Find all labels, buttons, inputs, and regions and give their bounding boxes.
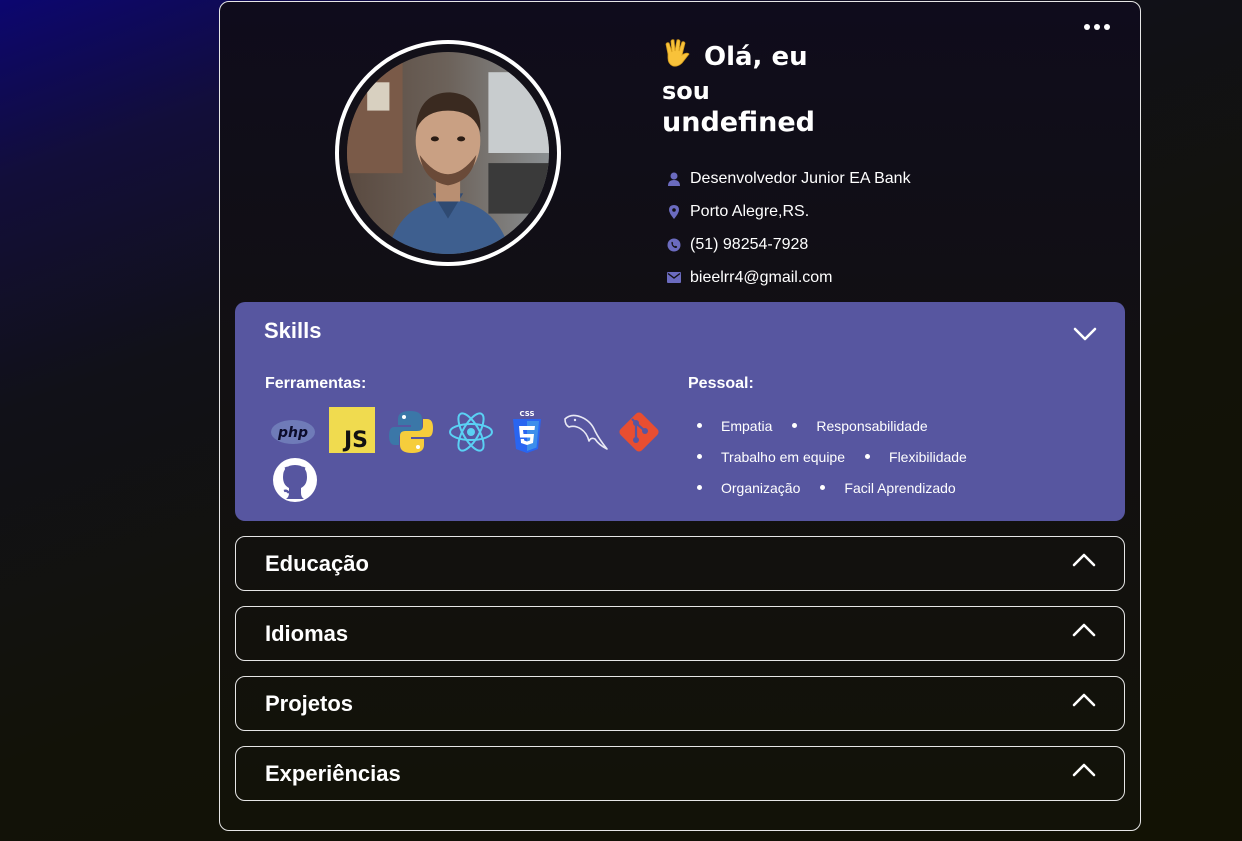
job-title-row: Desenvolvedor Junior EA Bank xyxy=(666,162,911,195)
svg-text:CSS: CSS xyxy=(519,410,534,418)
languages-title[interactable]: Idiomas xyxy=(265,621,348,647)
envelope-icon xyxy=(666,270,682,286)
php-icon: php xyxy=(269,408,317,456)
avatar xyxy=(335,40,561,266)
personal-traits-list: Empatia Responsabilidade Trabalho em equ… xyxy=(697,410,987,503)
tools-label: Ferramentas: xyxy=(265,375,367,392)
chevron-up-icon[interactable] xyxy=(1072,552,1096,568)
profile-photo xyxy=(347,52,549,254)
chevron-up-icon[interactable] xyxy=(1072,692,1096,708)
whatsapp-icon xyxy=(666,237,682,253)
trait-row: Organização Facil Aprendizado xyxy=(697,472,987,503)
experience-section[interactable]: Experiências xyxy=(235,746,1125,801)
list-item: Empatia xyxy=(697,418,772,434)
more-options-icon[interactable] xyxy=(1084,24,1110,30)
education-title[interactable]: Educação xyxy=(265,551,369,577)
list-item: Organização xyxy=(697,480,800,496)
python-icon xyxy=(387,408,435,456)
education-section[interactable]: Educação xyxy=(235,536,1125,591)
projects-section[interactable]: Projetos xyxy=(235,676,1125,731)
greeting: Olá, eu sou undefined xyxy=(662,38,862,140)
chevron-up-icon[interactable] xyxy=(1072,622,1096,638)
list-item: Facil Aprendizado xyxy=(820,480,956,496)
email-row: bieelrr4@gmail.com xyxy=(666,261,911,294)
list-item: Flexibilidade xyxy=(865,449,967,465)
user-icon xyxy=(666,171,682,187)
github-icon xyxy=(271,456,319,504)
css3-icon: CSS xyxy=(503,408,551,456)
phone-number[interactable]: (51) 98254-7928 xyxy=(690,236,808,254)
personal-label: Pessoal: xyxy=(688,375,754,392)
greeting-line-1: Olá, eu xyxy=(662,38,862,76)
email-address[interactable]: bieelrr4@gmail.com xyxy=(690,269,833,287)
javascript-icon: JS xyxy=(328,406,376,454)
skills-section: Skills Ferramentas: Pessoal: php JS CSS … xyxy=(235,302,1125,521)
experience-title[interactable]: Experiências xyxy=(265,761,401,787)
list-item: Trabalho em equipe xyxy=(697,449,845,465)
location-row: Porto Alegre,RS. xyxy=(666,195,911,228)
vulcan-salute-icon xyxy=(662,38,692,76)
profile-name: undefined xyxy=(662,107,815,138)
contact-info: Desenvolvedor Junior EA Bank Porto Alegr… xyxy=(666,162,911,294)
greeting-text: Olá, eu xyxy=(704,42,808,72)
svg-text:JS: JS xyxy=(342,428,368,453)
chevron-up-icon[interactable] xyxy=(1072,762,1096,778)
projects-title[interactable]: Projetos xyxy=(265,691,353,717)
svg-text:php: php xyxy=(277,425,308,441)
location-pin-icon xyxy=(666,204,682,220)
phone-row: (51) 98254-7928 xyxy=(666,228,911,261)
location: Porto Alegre,RS. xyxy=(690,202,810,220)
languages-section[interactable]: Idiomas xyxy=(235,606,1125,661)
skills-title[interactable]: Skills xyxy=(264,318,321,344)
greeting-line-2: sou xyxy=(662,77,710,105)
list-item: Responsabilidade xyxy=(792,418,928,434)
trait-row: Trabalho em equipe Flexibilidade xyxy=(697,441,987,472)
trait-row: Empatia Responsabilidade xyxy=(697,410,987,441)
job-title: Desenvolvedor Junior EA Bank xyxy=(690,169,911,187)
mysql-icon xyxy=(561,408,609,456)
react-icon xyxy=(447,408,495,456)
chevron-down-icon[interactable] xyxy=(1073,326,1097,342)
git-icon xyxy=(615,408,663,456)
profile-card: Olá, eu sou undefined Desenvolvedor Juni… xyxy=(219,1,1141,831)
